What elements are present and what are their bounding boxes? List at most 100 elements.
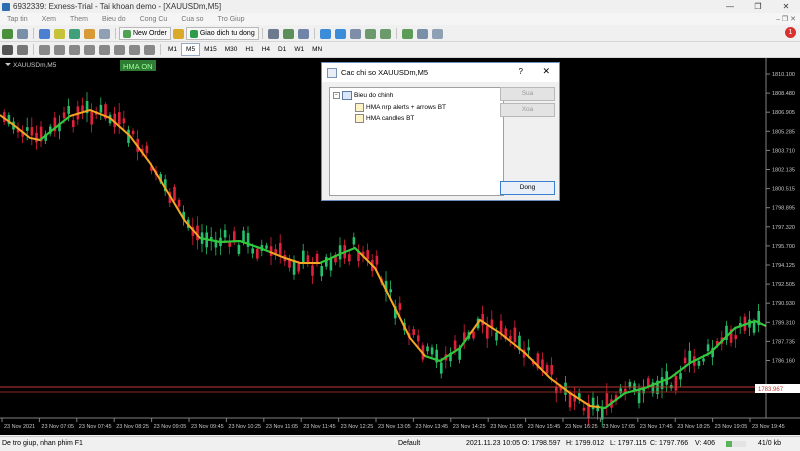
candle-body [233, 231, 236, 241]
new-order-button[interactable]: New Order [119, 27, 171, 40]
tf-m15[interactable]: M15 [200, 44, 221, 55]
zoom-in-icon[interactable] [319, 28, 331, 39]
bar-chart-icon[interactable] [267, 28, 279, 39]
candle-body [706, 344, 710, 352]
text-tool-icon[interactable] [114, 44, 125, 55]
status-profile: Default [398, 440, 421, 447]
candle-body [679, 373, 682, 380]
cursor-icon[interactable] [2, 44, 13, 55]
algo-trading-label: Giao dich tu dong [199, 30, 255, 37]
navigator-icon[interactable] [69, 28, 80, 39]
menu-window[interactable]: Cua so [174, 16, 210, 23]
tree-item-hma-candles[interactable]: HMA candles BT [355, 114, 414, 123]
tester-icon[interactable] [99, 28, 110, 39]
collapse-icon[interactable]: − [333, 92, 340, 99]
market-watch-icon[interactable] [39, 28, 50, 39]
tile-windows-icon[interactable] [349, 28, 361, 39]
fibonacci-icon[interactable] [99, 44, 110, 55]
templates-icon[interactable] [431, 28, 443, 39]
window-controls: — ❐ ✕ [716, 0, 800, 13]
tf-d1[interactable]: D1 [274, 44, 290, 55]
time-label: 23 Nov 16:25 [565, 424, 598, 430]
menu-view[interactable]: Xem [35, 16, 63, 23]
candle-body [366, 250, 369, 260]
horizontal-line-icon[interactable] [54, 44, 65, 55]
candle-body [545, 365, 549, 374]
time-label: 23 Nov 11:45 [303, 424, 335, 430]
tree-root[interactable]: − Bieu do chinh [333, 91, 393, 100]
candle-body [30, 127, 34, 136]
terminal-icon[interactable] [84, 28, 95, 39]
tf-w1[interactable]: W1 [290, 44, 308, 55]
menu-charts[interactable]: Bieu do [95, 16, 133, 23]
candle-body [619, 388, 622, 394]
window-titlebar: 6932339: Exness-Trial - Tai khoan demo -… [0, 0, 800, 13]
tf-mn[interactable]: MN [308, 44, 326, 55]
close-button[interactable]: Dong [500, 181, 555, 195]
candle-body [628, 381, 632, 387]
time-label: 23 Nov 15:05 [490, 424, 523, 430]
menu-file[interactable]: Tap tin [0, 16, 35, 23]
indicators-icon[interactable] [401, 28, 413, 39]
tf-m1[interactable]: M1 [164, 44, 181, 55]
crosshair-icon[interactable] [17, 44, 28, 55]
indicator-icon [355, 103, 364, 112]
candle-body [527, 347, 530, 351]
indicator-tree: − Bieu do chinh HMA nrp alerts + arrows … [329, 87, 504, 196]
child-window-controls-icon[interactable]: – ❐ ✕ [776, 15, 796, 23]
chart-shift-icon[interactable] [364, 28, 376, 39]
close-icon[interactable]: ✕ [772, 0, 800, 13]
edit-button[interactable]: Sua [500, 87, 555, 101]
candle-body [426, 346, 429, 352]
metaeditor-icon[interactable] [172, 28, 184, 39]
data-window-icon[interactable] [54, 28, 65, 39]
minimize-icon[interactable]: — [716, 0, 744, 13]
candle-body [62, 112, 66, 119]
candle-body [228, 242, 231, 247]
candle-body [177, 200, 181, 207]
time-label: 23 Nov 15:45 [528, 424, 561, 430]
new-order-icon [123, 29, 131, 38]
candle-body [26, 127, 29, 131]
price-label: 1786.160 [772, 359, 795, 365]
auto-scroll-icon[interactable] [379, 28, 391, 39]
candle-body [637, 388, 641, 404]
zoom-out-icon[interactable] [334, 28, 346, 39]
time-label: 23 Nov 19:45 [752, 424, 785, 430]
price-label: 1803.710 [772, 148, 795, 154]
menu-insert[interactable]: Them [63, 16, 95, 23]
tree-root-label: Bieu do chinh [354, 92, 394, 99]
tf-h1[interactable]: H1 [241, 44, 257, 55]
tree-item-hma-alerts[interactable]: HMA nrp alerts + arrows BT [355, 103, 446, 112]
menu-bar: Tap tin Xem Them Bieu do Cong Cu Cua so … [0, 13, 800, 25]
time-label: 23 Nov 09:05 [154, 424, 187, 430]
time-label: 23 Nov 07:45 [79, 424, 112, 430]
channel-icon[interactable] [84, 44, 95, 55]
profiles-icon[interactable] [17, 28, 28, 39]
new-chart-icon[interactable] [2, 28, 13, 39]
tf-h4[interactable]: H4 [258, 44, 274, 55]
periods-icon[interactable] [416, 28, 428, 39]
notification-badge[interactable]: 1 [785, 27, 796, 38]
menu-tools[interactable]: Cong Cu [133, 16, 175, 23]
vertical-line-icon[interactable] [39, 44, 50, 55]
maximize-icon[interactable]: ❐ [744, 0, 772, 13]
delete-button[interactable]: Xoa [500, 103, 555, 117]
dialog-help-icon[interactable]: ? [519, 67, 523, 76]
tf-m30[interactable]: M30 [221, 44, 242, 55]
candle-body [453, 340, 457, 350]
search-icon[interactable] [768, 28, 779, 38]
dialog-close-icon[interactable]: ✕ [542, 66, 550, 77]
time-label: 23 Nov 12:25 [341, 424, 374, 430]
candle-body [131, 130, 135, 135]
arrow-tool-icon[interactable] [144, 44, 155, 55]
label-tool-icon[interactable] [129, 44, 140, 55]
time-label: 23 Nov 14:25 [453, 424, 486, 430]
candlestick-icon[interactable] [282, 28, 294, 39]
trendline-icon[interactable] [69, 44, 80, 55]
line-chart-icon[interactable] [297, 28, 309, 39]
candle-body [67, 105, 70, 114]
menu-help[interactable]: Tro Giup [211, 16, 252, 23]
algo-trading-button[interactable]: Giao dich tu dong [185, 27, 259, 40]
tf-m5[interactable]: M5 [181, 43, 201, 56]
